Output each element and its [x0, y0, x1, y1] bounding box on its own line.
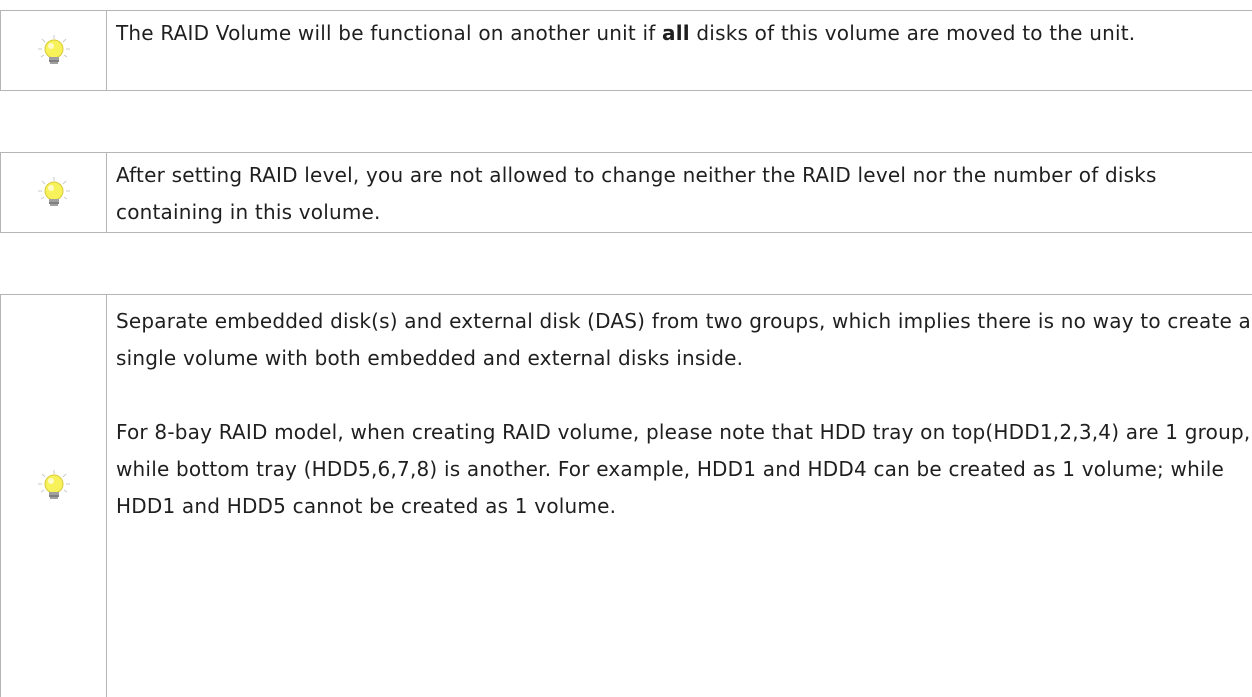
note-text-part: The RAID Volume will be functional on an…: [116, 21, 663, 45]
note-paragraph-2: For 8-bay RAID model, when creating RAID…: [116, 420, 1251, 518]
note-icon-cell: [1, 11, 107, 90]
tip-note-2: After setting RAID level, you are not al…: [0, 152, 1252, 233]
note-icon-cell: [1, 153, 107, 232]
note-text: After setting RAID level, you are not al…: [116, 163, 1157, 224]
note-icon-cell: [1, 295, 107, 697]
note-text: Separate embedded disk(s) and external d…: [107, 295, 1252, 697]
lightbulb-icon: [37, 469, 71, 503]
note-text-part: disks of this volume are moved to the un…: [689, 21, 1136, 45]
lightbulb-icon: [37, 176, 71, 210]
note-paragraph-1: Separate embedded disk(s) and external d…: [116, 309, 1252, 370]
lightbulb-icon: [37, 34, 71, 68]
note-text: The RAID Volume will be functional on an…: [107, 11, 1252, 90]
tip-note-3: Separate embedded disk(s) and external d…: [0, 294, 1252, 697]
note-text-emphasis: all: [662, 21, 690, 45]
tip-note-1: The RAID Volume will be functional on an…: [0, 10, 1252, 91]
